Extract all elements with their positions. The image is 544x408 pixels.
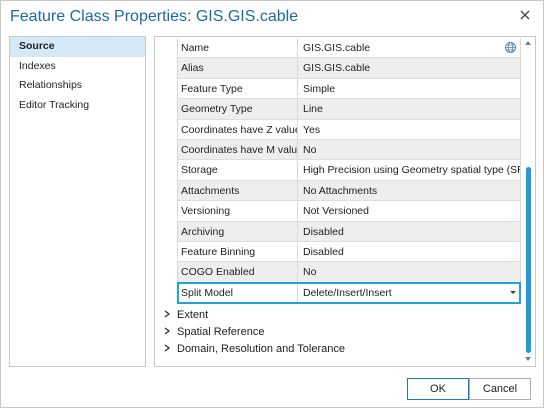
vertical-scrollbar[interactable] bbox=[524, 39, 533, 363]
table-row: Coordinates have M value No bbox=[178, 139, 520, 161]
close-icon[interactable] bbox=[518, 8, 532, 22]
property-name: Feature Type bbox=[178, 78, 298, 99]
property-name: Feature Binning bbox=[178, 241, 298, 262]
table-row: Archiving Disabled bbox=[178, 221, 520, 242]
section-label: Domain, Resolution and Tolerance bbox=[177, 343, 345, 355]
property-value: No bbox=[303, 266, 317, 279]
section-label: Extent bbox=[177, 309, 209, 321]
property-value: Line bbox=[303, 103, 323, 116]
properties-table: Name GIS.GIS.cable Alias GIS.GIS.cable F… bbox=[177, 38, 521, 305]
property-value[interactable]: GIS.GIS.cable bbox=[298, 58, 520, 77]
property-name: Archiving bbox=[178, 221, 298, 241]
scroll-up-icon[interactable] bbox=[525, 41, 531, 45]
property-value: No Attachments bbox=[303, 184, 378, 197]
property-name: Storage bbox=[178, 160, 298, 180]
chevron-right-icon[interactable] bbox=[163, 324, 173, 341]
property-name: Coordinates have M value bbox=[178, 139, 298, 160]
property-value: Disabled bbox=[303, 225, 344, 238]
table-row: Storage High Precision using Geometry sp… bbox=[178, 160, 520, 181]
property-value: Not Versioned bbox=[303, 205, 369, 218]
chevron-right-icon[interactable] bbox=[163, 307, 173, 324]
sidebar-nav: Source Indexes Relationships Editor Trac… bbox=[9, 36, 146, 367]
section-label: Spatial Reference bbox=[177, 326, 265, 338]
table-row: COGO Enabled No bbox=[178, 262, 520, 283]
table-row: Feature Binning Disabled bbox=[178, 241, 520, 263]
feature-class-properties-dialog: Feature Class Properties: GIS.GIS.cable … bbox=[0, 0, 544, 408]
ok-button[interactable]: OK bbox=[407, 378, 469, 400]
section-domain-resolution-tolerance[interactable]: Domain, Resolution and Tolerance bbox=[163, 341, 345, 358]
table-row: Geometry Type Line bbox=[178, 99, 520, 120]
globe-settings-icon[interactable] bbox=[504, 41, 517, 54]
property-name: COGO Enabled bbox=[178, 262, 298, 282]
source-panel: Name GIS.GIS.cable Alias GIS.GIS.cable F… bbox=[154, 36, 536, 367]
section-extent[interactable]: Extent bbox=[163, 307, 208, 324]
dialog-title: Feature Class Properties: GIS.GIS.cable bbox=[10, 8, 299, 25]
sidebar-item-editor-tracking[interactable]: Editor Tracking bbox=[10, 96, 145, 116]
property-name: Versioning bbox=[178, 201, 298, 221]
sidebar-item-indexes[interactable]: Indexes bbox=[10, 57, 145, 77]
property-name: Geometry Type bbox=[178, 99, 298, 119]
property-name: Attachments bbox=[178, 180, 298, 201]
property-value: High Precision using Geometry spatial ty… bbox=[303, 164, 520, 177]
table-row: Coordinates have Z value Yes bbox=[178, 119, 520, 140]
property-name: Name bbox=[178, 38, 298, 58]
scrollbar-thumb[interactable] bbox=[526, 167, 531, 353]
table-row: Attachments No Attachments bbox=[178, 180, 520, 202]
property-name: Coordinates have Z value bbox=[178, 119, 298, 139]
split-model-value: Delete/Insert/Insert bbox=[303, 286, 392, 299]
table-row: Alias GIS.GIS.cable bbox=[178, 58, 520, 79]
property-value: Disabled bbox=[303, 245, 344, 258]
sidebar-item-relationships[interactable]: Relationships bbox=[10, 76, 145, 96]
property-value: GIS.GIS.cable bbox=[303, 42, 371, 54]
table-row: Feature Type Simple bbox=[178, 78, 520, 100]
section-spatial-reference[interactable]: Spatial Reference bbox=[163, 324, 264, 341]
table-row: Versioning Not Versioned bbox=[178, 201, 520, 222]
property-value: Yes bbox=[303, 123, 321, 136]
table-row-split-model: Split Model Delete/Insert/Insert bbox=[177, 281, 521, 305]
property-name: Split Model bbox=[178, 282, 298, 303]
cancel-button[interactable]: Cancel bbox=[469, 378, 531, 400]
property-value-name[interactable]: GIS.GIS.cable bbox=[298, 38, 520, 57]
split-model-dropdown[interactable]: Delete/Insert/Insert bbox=[298, 283, 520, 302]
property-name: Alias bbox=[178, 58, 298, 78]
property-value: No bbox=[303, 143, 317, 156]
property-value: Simple bbox=[303, 82, 336, 95]
sidebar-item-source[interactable]: Source bbox=[10, 37, 145, 57]
table-row: Name GIS.GIS.cable bbox=[178, 38, 520, 59]
chevron-down-icon[interactable] bbox=[510, 290, 516, 294]
scroll-down-icon[interactable] bbox=[525, 357, 531, 361]
chevron-right-icon[interactable] bbox=[163, 341, 173, 358]
